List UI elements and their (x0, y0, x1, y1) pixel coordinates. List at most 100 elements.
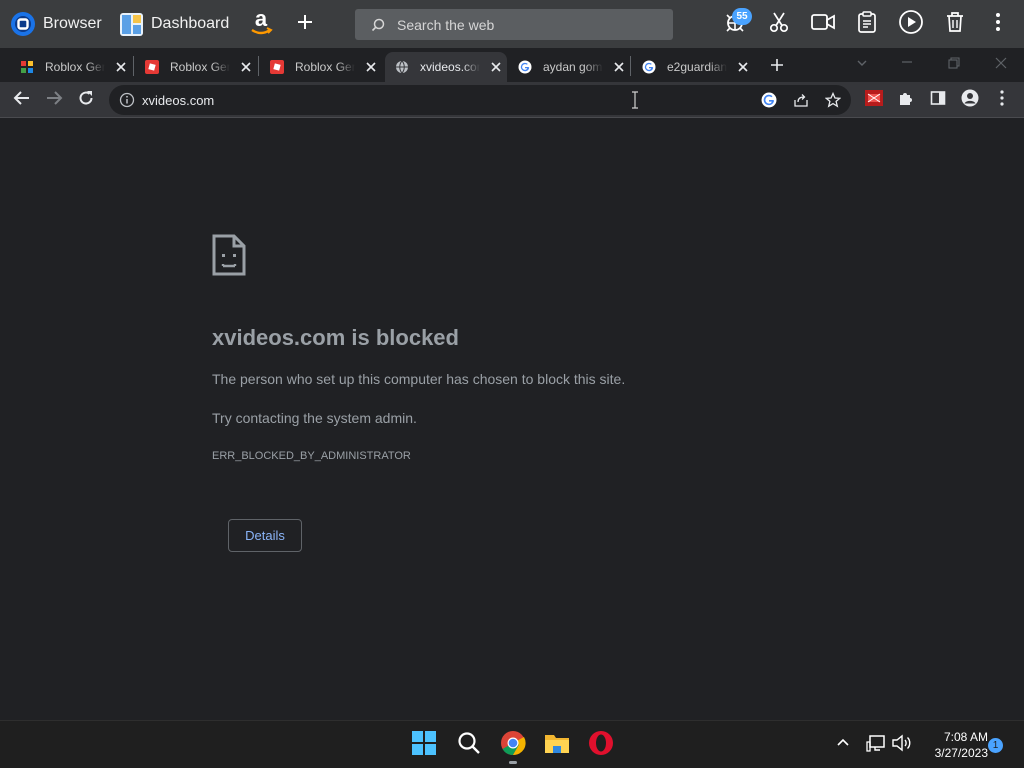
folder-icon (544, 732, 570, 759)
tab-e2guardian[interactable]: e2guardian (632, 52, 754, 82)
amazon-icon: a (247, 6, 275, 42)
error-title: xvideos.com is blocked (212, 325, 459, 350)
start-button[interactable] (410, 730, 438, 760)
bookmark-star-icon[interactable] (824, 91, 842, 108)
reload-icon (77, 89, 95, 112)
speaker-icon (891, 734, 911, 757)
tab-strip: Roblox Gen Roblox Gen Roblox Gen xvideos… (0, 48, 1024, 82)
address-bar[interactable]: xvideos.com (109, 85, 851, 115)
search-icon (371, 18, 385, 32)
amazon-button[interactable]: a (245, 6, 277, 42)
details-button[interactable]: Details (228, 519, 302, 552)
browser-logo-icon (10, 11, 36, 37)
clipboard-icon (857, 10, 877, 38)
extension-button[interactable] (862, 88, 886, 112)
close-icon[interactable] (735, 59, 751, 75)
video-camera-icon (811, 13, 835, 36)
opera-icon (588, 730, 614, 761)
show-hidden-icons-button[interactable] (831, 731, 855, 759)
tab-separator (258, 56, 259, 76)
chevron-up-icon (836, 736, 850, 755)
windows-logo-icon (412, 730, 436, 760)
reload-button[interactable] (74, 88, 98, 112)
notification-badge: 55 (732, 8, 752, 25)
close-icon (994, 57, 1008, 74)
browser-launcher[interactable]: Browser (10, 0, 102, 48)
tab-roblox-gen-2[interactable]: Roblox Gen (135, 52, 257, 82)
navigation-toolbar: xvideos.com (0, 82, 1024, 118)
close-icon[interactable] (113, 59, 129, 75)
file-explorer-button[interactable] (543, 731, 571, 759)
roblox-icon (270, 60, 284, 74)
extension-logo-icon (865, 89, 883, 111)
media-play-button[interactable] (895, 8, 927, 40)
tab-roblox-gen-3[interactable]: Roblox Gen (260, 52, 382, 82)
clock-time: 7:08 AM (943, 730, 988, 744)
tab-xvideos-active[interactable]: xvideos.com (385, 52, 507, 82)
search-placeholder: Search the web (397, 16, 495, 33)
new-tab-button[interactable] (766, 56, 788, 78)
web-search-input[interactable]: Search the web (355, 9, 673, 40)
tab-separator (133, 56, 134, 76)
error-hint: Try contacting the system admin. (212, 410, 417, 426)
taskbar-search-button[interactable] (455, 731, 483, 759)
text-cursor-icon (630, 91, 640, 109)
roblox-multicolor-icon (20, 60, 34, 74)
chevron-down-icon (855, 57, 869, 74)
side-panel-button[interactable] (926, 88, 950, 112)
minimize-button[interactable] (900, 56, 916, 72)
screenshot-button[interactable] (763, 8, 795, 40)
scissors-icon (768, 11, 790, 38)
close-icon[interactable] (488, 59, 504, 75)
google-lens-button[interactable] (761, 92, 777, 108)
clock[interactable]: 7:08 AM 3/27/2023 (918, 729, 988, 761)
close-icon[interactable] (363, 59, 379, 75)
tab-title: e2guardian (667, 60, 727, 74)
vertical-dots-icon (1000, 89, 1004, 111)
app-menu-button[interactable] (982, 8, 1014, 40)
dashboard-icon (120, 12, 143, 36)
share-icon[interactable] (793, 92, 809, 108)
notification-count-badge[interactable]: 1 (988, 738, 1003, 753)
error-code: ERR_BLOCKED_BY_ADMINISTRATOR (212, 450, 411, 462)
tab-title: Roblox Gen (45, 60, 105, 74)
close-icon[interactable] (611, 59, 627, 75)
tab-aydan-gomez[interactable]: aydan gomez (508, 52, 630, 82)
forward-button[interactable] (42, 88, 66, 112)
volume-button[interactable] (889, 731, 913, 759)
app-bar: Browser Dashboard a Search the web 55 (0, 0, 1024, 48)
roblox-icon (145, 60, 159, 74)
search-icon (457, 731, 481, 760)
tab-title: xvideos.com (420, 60, 480, 74)
window-close-button[interactable] (994, 56, 1010, 72)
dashboard-label: Dashboard (151, 15, 230, 32)
close-icon[interactable] (238, 59, 254, 75)
trash-button[interactable] (939, 8, 971, 40)
dashboard-launcher[interactable]: Dashboard (120, 0, 229, 48)
vertical-dots-icon (995, 12, 1001, 37)
tab-separator (630, 56, 631, 76)
chrome-taskbar-button[interactable] (499, 730, 527, 764)
add-shortcut-button[interactable] (289, 8, 321, 40)
network-icon (866, 734, 886, 757)
network-button[interactable] (864, 731, 888, 759)
profile-button[interactable] (958, 88, 982, 112)
tab-search-button[interactable] (855, 56, 871, 72)
google-icon (642, 60, 656, 74)
error-message: The person who set up this computer has … (212, 371, 626, 387)
tab-roblox-gen-1[interactable]: Roblox Gen (10, 52, 132, 82)
error-page: xvideos.com is blocked The person who se… (0, 119, 1024, 720)
play-circle-icon (898, 9, 924, 40)
info-icon[interactable] (119, 92, 135, 108)
browser-menu-button[interactable] (990, 88, 1014, 112)
back-button[interactable] (10, 88, 34, 112)
restore-button[interactable] (947, 56, 963, 72)
tab-title: Roblox Gen (295, 60, 355, 74)
screen-record-button[interactable] (807, 8, 839, 40)
clipboard-button[interactable] (851, 8, 883, 40)
extensions-button[interactable] (894, 88, 918, 112)
browser-label: Browser (43, 15, 102, 32)
tab-title: aydan gomez (543, 60, 603, 74)
clock-date: 3/27/2023 (934, 746, 988, 760)
opera-taskbar-button[interactable] (587, 730, 615, 761)
